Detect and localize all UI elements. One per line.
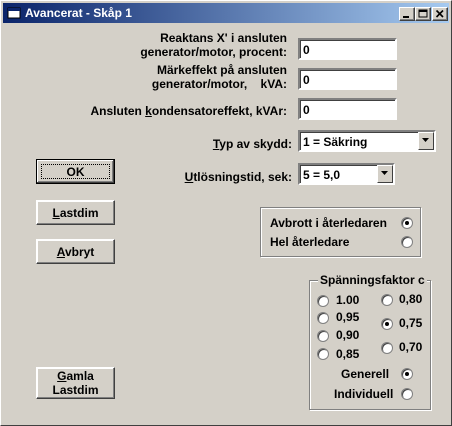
reaktans-label: Reaktans X' i ansluten generator/motor, … bbox=[140, 31, 287, 59]
faktor-label-0-85: 0,85 bbox=[336, 347, 360, 361]
hel-aterledare-option-label: Hel återledare bbox=[270, 235, 350, 249]
window-title: Avancerat - Skåp 1 bbox=[25, 6, 132, 20]
faktor-label-0-95: 0,95 bbox=[336, 310, 360, 324]
faktor-radio-0-90[interactable] bbox=[317, 330, 329, 342]
minimize-button[interactable] bbox=[399, 7, 415, 21]
generell-label: Generell bbox=[341, 367, 390, 381]
maximize-icon bbox=[418, 9, 428, 18]
faktor-radio-0-70[interactable] bbox=[381, 342, 393, 354]
individuell-label: Individuell bbox=[334, 387, 394, 401]
spanningsfaktor-caption: Spänningsfaktor c bbox=[318, 273, 427, 287]
avbryt-button[interactable]: Avbryt bbox=[36, 239, 115, 264]
reaktans-value: 0 bbox=[303, 43, 310, 57]
typ-av-skydd-label: Typ av skydd: bbox=[212, 137, 292, 151]
individuell-radio[interactable] bbox=[401, 388, 413, 400]
app-icon bbox=[7, 7, 21, 19]
gamla-lastdim-button[interactable]: Gamla Lastdim bbox=[36, 367, 115, 399]
reaktans-input[interactable]: 0 bbox=[298, 38, 397, 60]
kondensator-label: Ansluten kondensatoreffekt, kVAr: bbox=[90, 104, 288, 118]
lastdim-button[interactable]: Lastdim bbox=[36, 200, 115, 225]
close-button[interactable] bbox=[432, 7, 448, 21]
title-bar[interactable]: Avancerat - Skåp 1 bbox=[3, 3, 449, 23]
close-icon bbox=[435, 9, 444, 18]
typ-av-skydd-dropdown-button[interactable] bbox=[418, 132, 434, 150]
utlosningstid-dropdown-button[interactable] bbox=[377, 165, 393, 183]
faktor-radio-1-00[interactable] bbox=[317, 295, 329, 307]
utlosningstid-select[interactable]: 5 = 5,0 bbox=[298, 163, 395, 185]
maximize-button[interactable] bbox=[415, 7, 431, 21]
lastdim-button-label: Lastdim bbox=[52, 205, 99, 220]
hel-aterledare-radio[interactable] bbox=[401, 236, 413, 248]
utlosningstid-label: Utlösningstid, sek: bbox=[184, 170, 292, 184]
typ-av-skydd-value: 1 = Säkring bbox=[303, 135, 368, 149]
gamla-lastdim-line1: Gamla bbox=[57, 369, 94, 383]
faktor-radio-0-75[interactable] bbox=[381, 318, 393, 330]
faktor-label-0-75: 0,75 bbox=[399, 316, 423, 330]
markeffekt-value: 0 bbox=[303, 73, 310, 87]
faktor-radio-0-85[interactable] bbox=[317, 348, 329, 360]
markeffekt-input[interactable]: 0 bbox=[298, 68, 397, 90]
avbrott-option-label: Avbrott i återledaren bbox=[270, 216, 387, 230]
chevron-down-icon bbox=[381, 171, 388, 175]
kondensator-value: 0 bbox=[303, 103, 310, 117]
chevron-down-icon bbox=[422, 138, 429, 142]
utlosningstid-value: 5 = 5,0 bbox=[303, 168, 341, 182]
faktor-label-0-90: 0,90 bbox=[336, 328, 360, 342]
avbrott-radio[interactable] bbox=[401, 217, 413, 229]
faktor-radio-0-80[interactable] bbox=[381, 294, 393, 306]
avbrott-group: Avbrott i återledaren Hel återledare bbox=[260, 207, 421, 257]
faktor-label-0-70: 0,70 bbox=[399, 340, 423, 354]
minimize-icon bbox=[403, 16, 409, 18]
typ-av-skydd-select[interactable]: 1 = Säkring bbox=[298, 130, 436, 152]
markeffekt-label: Märkeffekt på ansluten generator/motor, … bbox=[151, 63, 287, 91]
generell-radio[interactable] bbox=[401, 368, 413, 380]
focus-rect bbox=[41, 164, 110, 179]
dialog-window: Avancerat - Skåp 1 Reaktans X' i anslute… bbox=[0, 0, 452, 426]
ok-button[interactable]: OK bbox=[36, 159, 115, 184]
faktor-label-0-80: 0,80 bbox=[399, 292, 423, 306]
kondensator-input[interactable]: 0 bbox=[298, 98, 397, 120]
faktor-radio-0-95[interactable] bbox=[317, 312, 329, 324]
spanningsfaktor-group: Spänningsfaktor c 1.00 0,95 0,90 0,85 0,… bbox=[309, 273, 431, 410]
faktor-label-1-00: 1.00 bbox=[336, 293, 360, 307]
gamla-lastdim-line2: Lastdim bbox=[52, 383, 99, 397]
avbryt-button-label: Avbryt bbox=[56, 244, 95, 259]
